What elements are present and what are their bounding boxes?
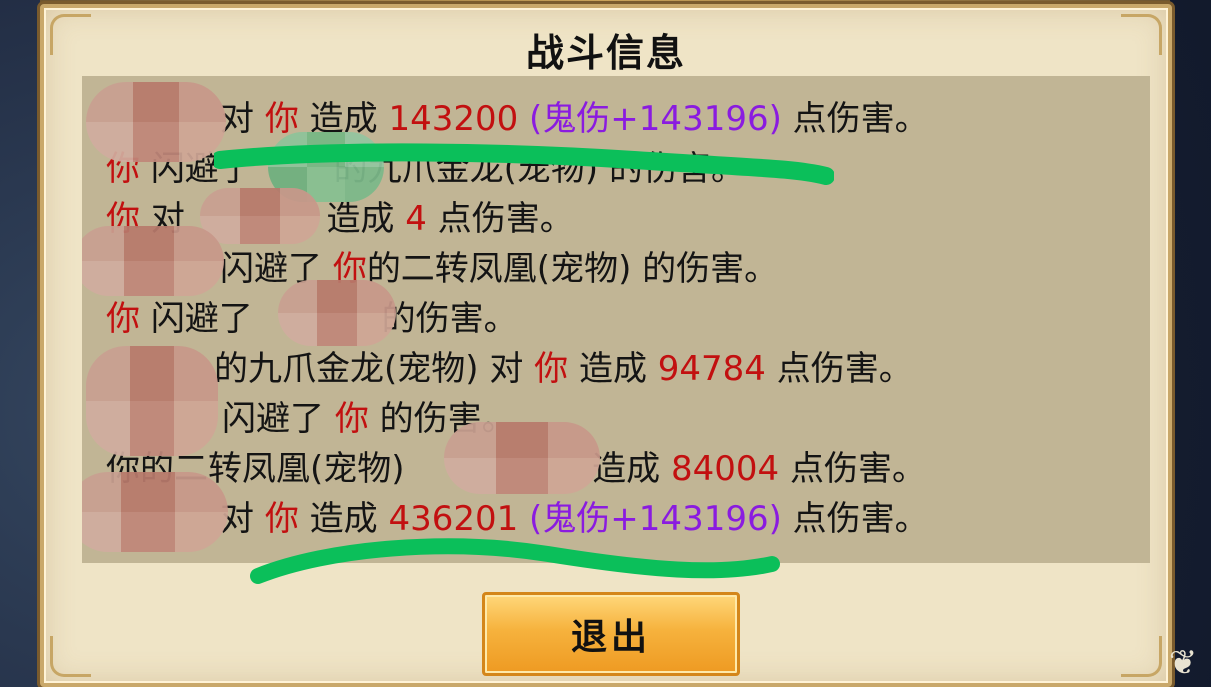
redacted-name — [82, 472, 228, 552]
redacted-name — [82, 226, 224, 296]
redacted-name — [278, 280, 396, 346]
feather-ornament-icon: ❦ — [1168, 643, 1198, 683]
redacted-name — [86, 346, 218, 456]
dialog-title: 战斗信息 — [525, 31, 686, 75]
redacted-name — [86, 82, 226, 162]
log-line: 的九爪金龙(宠物) 对 你 造成 94784 点伤害。 — [214, 349, 913, 389]
corner-ornament — [50, 636, 91, 677]
green-strikethrough-scribble — [214, 143, 834, 185]
corner-ornament — [1121, 636, 1162, 677]
battle-info-dialog: 战斗信息 对 你 造成 143200 (鬼伤+143196) 点伤害。 你 闪避… — [40, 4, 1172, 687]
green-underline-scribble — [250, 538, 780, 584]
redacted-name — [444, 422, 600, 494]
exit-button[interactable]: 退出 — [482, 592, 740, 676]
